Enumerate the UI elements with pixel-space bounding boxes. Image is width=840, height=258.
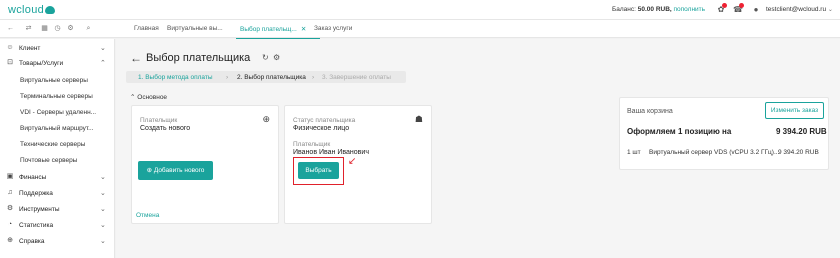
tab-virtual-servers[interactable]: Виртуальные вы... (167, 25, 223, 32)
logo[interactable]: wcloud (8, 4, 56, 16)
add-circle-icon[interactable]: ⊕ (262, 114, 270, 125)
chevron-up-icon: ⌃ (100, 60, 106, 67)
gear-icon: ⚙ (6, 205, 14, 212)
cart-item-qty: 1 шт (627, 149, 641, 156)
steps-breadcrumb: 1. Выбор метода оплаты › 2. Выбор плател… (126, 71, 406, 83)
payer-status-value: Физическое лицо (293, 125, 350, 132)
sidebar-subitem[interactable]: VDI - Серверы удаленн... (20, 109, 115, 123)
add-new-button[interactable]: ⊕ Добавить нового (138, 161, 213, 180)
sidebar-subitem[interactable]: Виртуальный маршрут... (20, 125, 115, 139)
chevron-down-icon: ⌄ (100, 222, 106, 229)
cart-item-name: Виртуальный сервер VDS (vCPU 3.2 ГГц)... (649, 149, 780, 156)
cart-panel: Ваша корзина Изменить заказ Оформляем 1 … (619, 97, 829, 170)
cart-title: Ваша корзина (627, 108, 673, 115)
plus-circle-icon: ⊕ (146, 167, 153, 174)
help-icon: ⊕ (7, 237, 13, 244)
sidebar-subitem[interactable]: Терминальные серверы (20, 93, 115, 107)
cart-summary-value: 9 394.20 RUB (776, 127, 827, 136)
sidebar-item-support[interactable]: ♫ Поддержка ⌄ (0, 187, 115, 201)
tab-order-service[interactable]: Заказ услуги (314, 25, 352, 32)
edit-order-button[interactable]: Изменить заказ (765, 102, 824, 119)
sidebar-subitem[interactable]: Почтовые серверы (20, 157, 115, 171)
sidebar: ☺ Клиент ⌄ ⊡ Товары/Услуги ⌃ Виртуальные… (0, 39, 115, 258)
cart-summary-label: Оформляем 1 позицию на (627, 127, 732, 136)
sidebar-item-help[interactable]: ⊕ Справка ⌄ (0, 235, 115, 249)
payer-name: Иванов Иван Иванович (293, 149, 369, 156)
payer-label: Плательщик (140, 117, 178, 124)
step-payment-method[interactable]: 1. Выбор метода оплаты (138, 74, 213, 81)
sidebar-item-client[interactable]: ☺ Клиент ⌄ (0, 42, 115, 56)
chevron-right-icon: › (226, 74, 229, 81)
split-icon[interactable]: ⇄ (24, 24, 33, 33)
back-arrow-icon[interactable]: ← (130, 51, 142, 65)
chart-icon: ◔ (7, 221, 13, 228)
chevron-down-icon: ⌄ (100, 206, 106, 213)
search-icon[interactable]: ⌕ (84, 24, 93, 33)
chevron-down-icon: ⌄ (100, 45, 106, 52)
sidebar-item-products[interactable]: ⊡ Товары/Услуги ⌃ (0, 57, 115, 71)
user-icon: ☺ (6, 44, 14, 51)
cart-item-price: 9 394.20 RUB (778, 149, 819, 156)
cloud-logo-icon (45, 6, 56, 14)
select-button[interactable]: Выбрать (298, 162, 339, 179)
grid-icon[interactable]: ▦ (40, 24, 49, 33)
tab-bar: ← ⇄ ▦ ◷ ⚙ ⌕ Главная Виртуальные вы... Вы… (0, 20, 840, 39)
user-avatar-icon[interactable]: ● (751, 5, 761, 15)
balance: Баланс: 50.00 RUB, пополнить (612, 6, 706, 13)
sidebar-subitem[interactable]: Технические серверы (20, 141, 115, 155)
cancel-link[interactable]: Отмена (136, 212, 159, 219)
step-finish: 3. Завершение оплаты (322, 74, 391, 81)
settings-icon[interactable]: ⚙ (66, 24, 75, 33)
top-bar: wcloud Баланс: 50.00 RUB, пополнить ✿ ☎ … (0, 0, 840, 20)
topup-link[interactable]: пополнить (674, 6, 706, 13)
step-payer: 2. Выбор плательщика (237, 74, 306, 81)
history-icon[interactable]: ◷ (53, 24, 62, 33)
payer-card-new: Плательщик Создать нового ⊕ ⊕ Добавить н… (131, 105, 279, 224)
section-toggle[interactable]: ⌃ Основное (130, 93, 167, 101)
chevron-down-icon: ⌄ (100, 190, 106, 197)
tab-home[interactable]: Главная (134, 25, 159, 32)
chevron-down-icon: ⌄ (827, 7, 833, 13)
cart-icon: ⊡ (7, 59, 13, 66)
sidebar-item-tools[interactable]: ⚙ Инструменты ⌄ (0, 203, 115, 217)
chat-badge (739, 3, 744, 8)
chevron-up-icon: ⌃ (130, 94, 136, 101)
payer-status-label: Статус плательщика (293, 117, 356, 124)
person-icon: ☗ (414, 114, 423, 124)
payer-label: Плательщик (293, 141, 331, 148)
tab-payer-selection[interactable]: Выбор плательщ... ✕ (235, 25, 321, 39)
wallet-icon: ▣ (6, 173, 14, 180)
chevron-right-icon: › (312, 74, 315, 81)
headset-icon: ♫ (7, 189, 13, 196)
settings-icon[interactable]: ⚙ (273, 53, 280, 62)
close-tab-icon[interactable]: ✕ (301, 26, 306, 33)
sidebar-item-statistics[interactable]: ◔ Статистика ⌄ (0, 219, 115, 233)
user-menu[interactable]: testclient@wcloud.ru ⌄ (766, 6, 833, 13)
page-title: Выбор плательщика (146, 52, 251, 64)
arrow-pointer-icon: ↙ (348, 156, 357, 167)
payer-card-existing: Статус плательщика Физическое лицо Плате… (284, 105, 432, 224)
notification-badge (722, 3, 727, 8)
sidebar-item-finance[interactable]: ▣ Финансы ⌄ (0, 171, 115, 185)
back-arrow-icon[interactable]: ← (6, 24, 15, 33)
sidebar-subitem[interactable]: Виртуальные серверы (20, 77, 115, 91)
main-content: ← Выбор плательщика ↻ ⚙ 1. Выбор метода … (116, 39, 840, 258)
chevron-down-icon: ⌄ (100, 174, 106, 181)
refresh-icon[interactable]: ↻ (262, 53, 269, 62)
payer-value: Создать нового (140, 125, 191, 132)
chevron-down-icon: ⌄ (100, 238, 106, 245)
